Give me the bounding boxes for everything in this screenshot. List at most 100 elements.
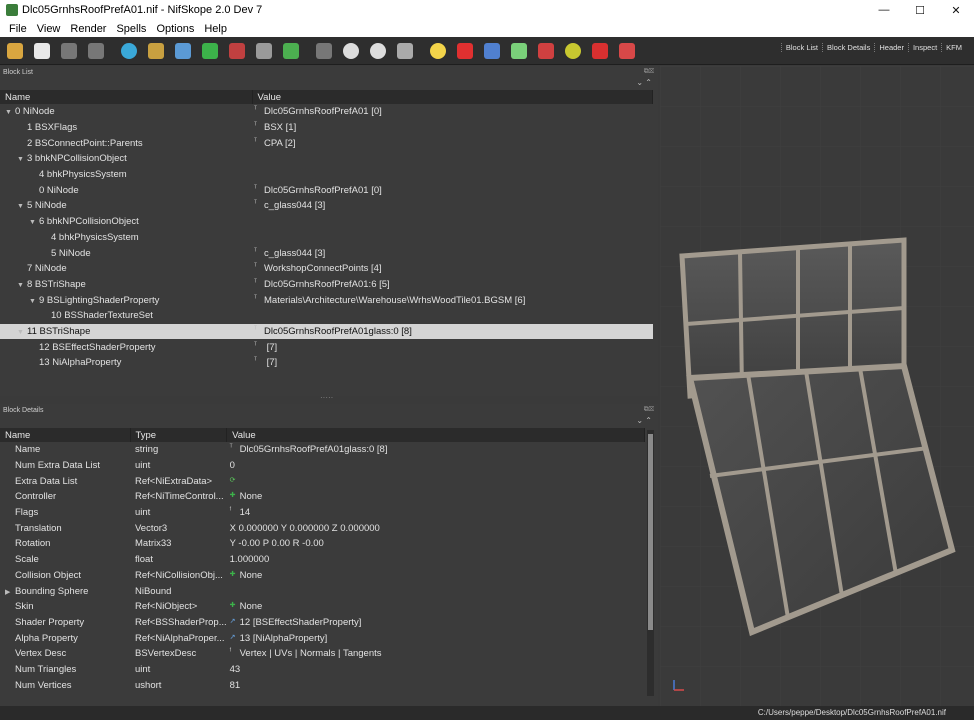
field-value-cell[interactable]: ᵀ Dlc05GrnhsRoofPrefA01glass:0 [8]: [227, 442, 645, 458]
splitter-handle[interactable]: ·····: [320, 393, 333, 402]
detail-row[interactable]: Collision Object Ref<NiCollisionObj... ✚ No…: [0, 568, 645, 584]
field-value-cell[interactable]: ✚ None: [227, 568, 645, 584]
field-value-cell[interactable]: 81: [227, 677, 645, 693]
flag-editor-icon[interactable]: ᶠ: [230, 648, 240, 655]
field-value-cell[interactable]: Y -0.00 P 0.00 R -0.00: [227, 536, 645, 552]
detail-row[interactable]: Extra Data List Ref<NiExtraData> ⟳: [0, 473, 645, 489]
block-list-row[interactable]: ▼ 3 bhkNPCollisionObject: [0, 151, 653, 167]
tab-kfm[interactable]: KFM: [941, 43, 966, 52]
details-scrollbar[interactable]: [647, 430, 654, 696]
expand-arrow-icon[interactable]: ▼: [17, 282, 27, 289]
detail-row[interactable]: Skin Ref<NiObject> ✚ None: [0, 599, 645, 615]
field-value-cell[interactable]: 43: [227, 662, 645, 678]
flip-icon[interactable]: [253, 40, 275, 62]
detail-row[interactable]: Name string ᵀ Dlc05GrnhsRoofPrefA01glass:0 …: [0, 442, 645, 458]
field-value-cell[interactable]: [227, 583, 645, 599]
detail-row[interactable]: Num Extra Data List uint 0: [0, 458, 645, 474]
dock-float-close-icon[interactable]: ⧉☒: [644, 68, 654, 76]
cube-rgb-icon[interactable]: [280, 40, 302, 62]
eye-dot-icon[interactable]: [367, 40, 389, 62]
column-header-name[interactable]: Name: [0, 428, 131, 442]
field-value-cell[interactable]: ↗ 13 [NiAlphaProperty]: [227, 630, 645, 646]
menu-spells[interactable]: Spells: [111, 23, 151, 35]
field-value-cell[interactable]: ⟳: [227, 473, 645, 489]
column-header-type[interactable]: Type: [130, 428, 228, 442]
field-value-cell[interactable]: 1.000000: [227, 552, 645, 568]
expand-arrow-icon[interactable]: ▼: [5, 109, 15, 116]
block-list-row[interactable]: 7 NiNode ᵀ WorkshopConnectPoints [4]: [0, 261, 653, 277]
save-icon[interactable]: [31, 40, 53, 62]
scrollbar-thumb[interactable]: [648, 434, 653, 630]
column-header-value[interactable]: Value: [252, 90, 653, 104]
scroll-arrows-icon[interactable]: ⌄ ⌃: [0, 416, 658, 428]
cube-green-icon[interactable]: [199, 40, 221, 62]
render-viewport[interactable]: [660, 66, 974, 708]
column-header-value[interactable]: Value: [226, 428, 645, 442]
add-link-icon[interactable]: ✚: [230, 570, 240, 578]
refresh-icon[interactable]: ⟳: [230, 476, 240, 484]
block-list-row[interactable]: 10 BSShaderTextureSet: [0, 308, 653, 324]
expand-arrow-icon[interactable]: ▼: [17, 203, 27, 210]
field-value-cell[interactable]: X 0.000000 Y 0.000000 Z 0.000000: [227, 520, 645, 536]
expand-arrow-icon[interactable]: ▼: [29, 298, 39, 305]
expand-arrow-icon[interactable]: ▶: [5, 588, 15, 596]
expand-arrow-icon[interactable]: ▼: [17, 329, 27, 336]
detail-row[interactable]: Num Vertices ushort 81: [0, 677, 645, 693]
magnet-icon[interactable]: [535, 40, 557, 62]
tab-header[interactable]: Header: [874, 43, 908, 52]
field-value-cell[interactable]: ↗ 12 [BSEffectShaderProperty]: [227, 615, 645, 631]
scene-render[interactable]: [660, 66, 974, 708]
field-value-cell[interactable]: ᶠ Vertex | UVs | Normals | Tangents: [227, 646, 645, 662]
menu-file[interactable]: File: [4, 23, 32, 35]
detail-row[interactable]: Alpha Property Ref<NiAlphaProper... ↗ 13 [N…: [0, 630, 645, 646]
globe-icon[interactable]: [118, 40, 140, 62]
skeleton-icon[interactable]: [508, 40, 530, 62]
pin-icon[interactable]: [454, 40, 476, 62]
lightbulb-icon[interactable]: [427, 40, 449, 62]
footsteps-icon[interactable]: [313, 40, 335, 62]
block-link-icon[interactable]: ↗: [230, 617, 240, 625]
field-value-cell[interactable]: ✚ None: [227, 489, 645, 505]
block-link-icon[interactable]: ↗: [230, 633, 240, 641]
block-list-row[interactable]: ▼ 9 BSLightingShaderProperty ᵀ Materials\Ar…: [0, 292, 653, 308]
cube-red-icon[interactable]: [226, 40, 248, 62]
sun-icon[interactable]: [562, 40, 584, 62]
close-button[interactable]: ✕: [938, 0, 974, 20]
detail-row[interactable]: Num Triangles uint 43: [0, 662, 645, 678]
detail-row[interactable]: Flags uint ᶠ 14: [0, 505, 645, 521]
block-list-row[interactable]: 4 bhkPhysicsSystem: [0, 230, 653, 246]
tab-inspect[interactable]: Inspect: [907, 43, 941, 52]
menu-view[interactable]: View: [32, 23, 66, 35]
block-list-row[interactable]: ▼ 6 bhkNPCollisionObject: [0, 214, 653, 230]
detail-row[interactable]: Translation Vector3 X 0.000000 Y 0.000000 …: [0, 520, 645, 536]
block-list-row[interactable]: ▼ 8 BSTriShape ᵀ Dlc05GrnhsRoofPrefA01:6 [5…: [0, 277, 653, 293]
marker-icon[interactable]: [589, 40, 611, 62]
folder-icon[interactable]: [4, 40, 26, 62]
cube-blue-icon[interactable]: [172, 40, 194, 62]
field-value-cell[interactable]: 0: [227, 458, 645, 474]
menu-render[interactable]: Render: [65, 23, 111, 35]
menu-help[interactable]: Help: [199, 23, 232, 35]
field-value-cell[interactable]: ✚ None: [227, 599, 645, 615]
maximize-button[interactable]: ☐: [902, 0, 938, 20]
eye-icon[interactable]: [340, 40, 362, 62]
detail-row[interactable]: Rotation Matrix33 Y -0.00 P 0.00 R -0.00: [0, 536, 645, 552]
detail-row[interactable]: Controller Ref<NiTimeControl... ✚ None: [0, 489, 645, 505]
field-value-cell[interactable]: ᶠ 14: [227, 505, 645, 521]
flag-editor-icon[interactable]: ᶠ: [230, 507, 240, 514]
minimize-button[interactable]: —: [866, 0, 902, 20]
block-list-row[interactable]: ▼ 0 NiNode ᵀ Dlc05GrnhsRoofPrefA01 [0]: [0, 104, 653, 120]
axes-icon[interactable]: [481, 40, 503, 62]
block-list-row[interactable]: 12 BSEffectShaderProperty ᵀ [7]: [0, 339, 653, 355]
block-list-row[interactable]: ▼ 5 NiNode ᵀ c_glass044 [3]: [0, 198, 653, 214]
eraser-icon[interactable]: [616, 40, 638, 62]
block-list-row[interactable]: ▼ 11 BSTriShape ᵀ Dlc05GrnhsRoofPrefA01glas…: [0, 323, 653, 340]
screenshot-icon[interactable]: [394, 40, 416, 62]
block-list-row[interactable]: 2 BSConnectPoint::Parents ᵀ CPA [2]: [0, 135, 653, 151]
node-select-icon[interactable]: [85, 40, 107, 62]
add-link-icon[interactable]: ✚: [230, 601, 240, 609]
select-node-icon[interactable]: [145, 40, 167, 62]
expand-arrow-icon[interactable]: ▼: [29, 219, 39, 226]
detail-row[interactable]: Vertex Desc BSVertexDesc ᶠ Vertex | UVs | N…: [0, 646, 645, 662]
block-list-row[interactable]: 0 NiNode ᵀ Dlc05GrnhsRoofPrefA01 [0]: [0, 182, 653, 198]
